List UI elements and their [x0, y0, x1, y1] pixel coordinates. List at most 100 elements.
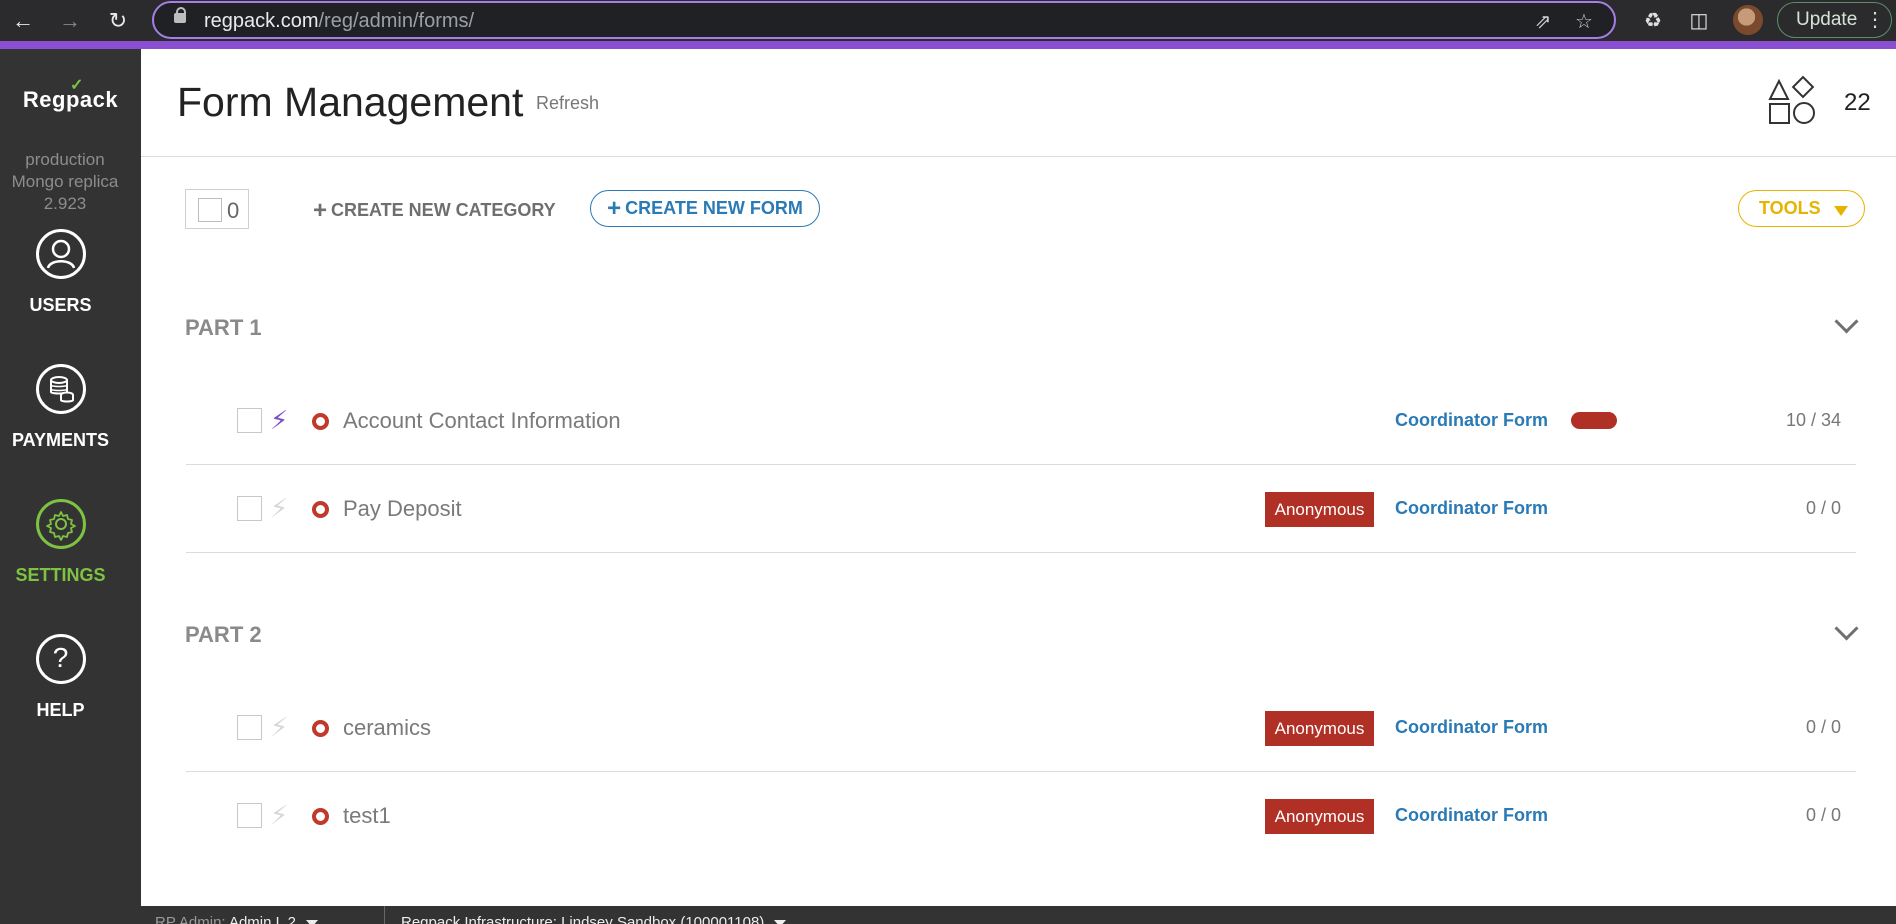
update-label: Update [1796, 9, 1858, 30]
row-checkbox[interactable] [237, 496, 262, 521]
anonymous-badge: Anonymous [1265, 799, 1374, 834]
row-checkbox[interactable] [237, 803, 262, 828]
organization-name: Regpack Infrastructure: Lindsey Sandbox … [401, 914, 765, 924]
shapes-icon[interactable] [1766, 75, 1818, 127]
admin-status-bar: RP Admin: Admin L 2 Regpack Infrastructu… [141, 906, 1896, 924]
create-category-label: CREATE NEW CATEGORY [331, 200, 556, 220]
lightning-icon[interactable]: ⚡︎ [270, 494, 288, 522]
caret-down-icon [774, 920, 787, 924]
admin-selector[interactable]: RP Admin: Admin L 2 [155, 914, 318, 924]
sidebar-item-help[interactable]: ? HELP [0, 634, 121, 721]
side-panel-icon[interactable]: ◫ [1686, 8, 1712, 34]
refresh-link[interactable]: Refresh [536, 93, 599, 114]
form-row[interactable]: ⚡︎ Pay Deposit Anonymous Coordinator For… [186, 465, 1856, 553]
star-icon[interactable]: ☆ [1572, 10, 1596, 34]
logo-check-icon: ✓ [70, 77, 84, 94]
page-title: Form Management [177, 79, 524, 125]
sidebar-item-label: PAYMENTS [11, 430, 110, 450]
anonymous-badge: Anonymous [1265, 711, 1374, 746]
more-menu-icon[interactable]: ⋮ [1865, 3, 1885, 37]
sidebar: Regpack ✓ production Mongo replica 2.923… [0, 49, 141, 924]
selected-count: 0 [227, 198, 240, 223]
form-type-link[interactable]: Coordinator Form [1395, 498, 1548, 519]
create-category-button[interactable]: + CREATE NEW CATEGORY [313, 197, 556, 225]
status-pill [1571, 412, 1617, 429]
browser-update-button[interactable]: Update ⋮ [1777, 2, 1892, 38]
status-indicator [312, 501, 329, 518]
form-name[interactable]: Pay Deposit [343, 496, 462, 522]
select-all-checkbox[interactable] [198, 198, 222, 222]
environment-info: production Mongo replica 2.923 [0, 149, 130, 215]
lightning-icon[interactable]: ⚡︎ [270, 801, 288, 829]
env-line: Mongo replica [11, 172, 119, 191]
organization-selector[interactable]: Regpack Infrastructure: Lindsey Sandbox … [401, 914, 787, 924]
form-row[interactable]: ⚡︎ Account Contact Information Coordinat… [186, 377, 1856, 465]
env-line: production [25, 150, 105, 169]
lock-icon [174, 7, 186, 23]
tools-label: TOOLS [1759, 198, 1821, 218]
sidebar-item-settings[interactable]: SETTINGS [0, 499, 121, 586]
admin-prefix: RP Admin: [155, 914, 226, 924]
create-form-button[interactable]: + CREATE NEW FORM [590, 190, 820, 227]
user-icon [35, 229, 86, 279]
coins-icon [35, 364, 86, 414]
address-bar[interactable]: regpack.com/reg/admin/forms/ ⇗ ☆ [152, 1, 1616, 39]
sidebar-item-users[interactable]: USERS [0, 229, 121, 316]
plus-icon: + [607, 195, 622, 222]
tools-dropdown[interactable]: TOOLS [1738, 190, 1865, 227]
select-all-control[interactable]: 0 [185, 189, 249, 229]
lightning-icon[interactable]: ⚡︎ [270, 713, 288, 741]
form-type-link[interactable]: Coordinator Form [1395, 805, 1548, 826]
item-count: 22 [1844, 89, 1871, 116]
address-bar-url[interactable]: regpack.com/reg/admin/forms/ [204, 10, 474, 33]
reload-icon[interactable]: ↻ [103, 6, 133, 36]
regpack-logo[interactable]: Regpack ✓ [0, 77, 141, 113]
page-header: Form Management Refresh 22 [141, 49, 1896, 157]
question-icon: ? [35, 634, 86, 684]
extensions-puzzle-icon[interactable]: ♻ [1640, 8, 1666, 34]
status-indicator [312, 808, 329, 825]
url-domain: regpack.com [204, 10, 319, 32]
status-indicator [312, 720, 329, 737]
form-type-link[interactable]: Coordinator Form [1395, 717, 1548, 738]
caret-down-icon [1834, 206, 1848, 216]
url-path: /reg/admin/forms/ [318, 10, 475, 32]
sidebar-item-label: USERS [29, 295, 92, 315]
profile-avatar[interactable] [1733, 5, 1763, 35]
completion-ratio: 0 / 0 [1805, 805, 1841, 825]
env-line: 2.923 [43, 194, 87, 213]
category-header[interactable]: PART 2 [185, 616, 1859, 656]
browser-accent-line [0, 41, 1896, 49]
row-checkbox[interactable] [237, 408, 262, 433]
anonymous-badge: Anonymous [1265, 492, 1374, 527]
form-row[interactable]: ⚡︎ test1 Anonymous Coordinator Form 0 / … [186, 772, 1856, 860]
row-checkbox[interactable] [237, 715, 262, 740]
category-title: PART 1 [185, 315, 262, 340]
completion-ratio: 0 / 0 [1805, 498, 1841, 518]
forward-arrow-icon[interactable]: → [55, 6, 85, 36]
form-name[interactable]: Account Contact Information [343, 408, 621, 434]
category-title: PART 2 [185, 622, 262, 647]
chevron-down-icon[interactable] [1834, 616, 1859, 641]
sidebar-item-label: HELP [36, 700, 85, 720]
form-type-link[interactable]: Coordinator Form [1395, 410, 1548, 431]
form-name[interactable]: test1 [343, 803, 391, 829]
browser-toolbar: ← → ↻ regpack.com/reg/admin/forms/ ⇗ ☆ ♻… [0, 0, 1896, 49]
gear-icon [35, 499, 86, 549]
completion-ratio: 10 / 34 [1785, 410, 1841, 430]
sidebar-item-payments[interactable]: PAYMENTS [0, 364, 121, 451]
back-arrow-icon[interactable]: ← [8, 6, 38, 36]
share-icon[interactable]: ⇗ [1531, 10, 1555, 34]
chevron-down-icon[interactable] [1834, 309, 1859, 334]
form-row[interactable]: ⚡︎ ceramics Anonymous Coordinator Form 0… [186, 684, 1856, 772]
caret-down-icon [305, 920, 318, 924]
lightning-icon[interactable]: ⚡︎ [270, 406, 288, 434]
category-header[interactable]: PART 1 [185, 309, 1859, 349]
form-name[interactable]: ceramics [343, 715, 431, 741]
plus-icon: + [313, 197, 328, 224]
footer-divider [384, 906, 385, 924]
admin-name: Admin L 2 [228, 914, 296, 924]
sidebar-item-label: SETTINGS [15, 565, 106, 585]
create-form-label: CREATE NEW FORM [625, 198, 803, 218]
status-indicator [312, 413, 329, 430]
